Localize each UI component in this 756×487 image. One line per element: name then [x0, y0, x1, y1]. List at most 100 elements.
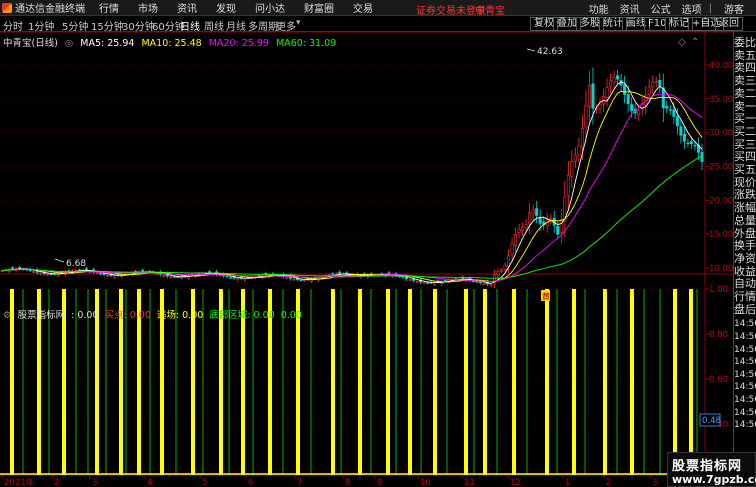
app-title: 通达信金融终端 [15, 4, 85, 15]
high-label: 42.63 [537, 47, 563, 57]
indicator-name[interactable]: 股票指标网 [18, 310, 66, 321]
y-tick-label: 30.00 [709, 129, 733, 139]
menu-gongneng[interactable]: 功能 [589, 1, 609, 16]
ma20-label: MA20: 25.99 [208, 38, 269, 49]
signal-bar-yellow [358, 289, 362, 475]
period-30min[interactable]: 30分钟 [122, 18, 155, 33]
indicator-legend: ⚙ 股票指标网 : 0.00 买点: 0.00 逃场: 0.00 底部区域: 0… [3, 307, 305, 321]
x-tick-label: 1 [565, 478, 570, 487]
menu-gongshi[interactable]: 公式 [651, 1, 671, 16]
x-tick-label: 2021年 [4, 477, 35, 487]
candle-body [331, 273, 335, 275]
candle-body [647, 86, 651, 95]
candle-body [549, 218, 553, 220]
menu-wenxiaoda[interactable]: 问小达 [255, 0, 285, 15]
period-daily[interactable]: 日线 [180, 18, 200, 33]
indicator-tick-label: 1.00 [709, 285, 728, 295]
candle-body [521, 227, 525, 231]
x-tick-label: 2 [54, 478, 59, 487]
signal-bar-yellow [386, 289, 390, 475]
ma-line-5 [1, 81, 703, 284]
y-tick-label: 20.00 [709, 196, 733, 206]
side-field: 买二 [734, 124, 756, 138]
candle-body [528, 212, 532, 225]
candle-body [401, 276, 405, 278]
collapse-icon[interactable]: ◇ [678, 37, 686, 48]
side-field[interactable]: 盘后 [734, 303, 756, 317]
candle-body [626, 94, 630, 105]
menu-zixun-right[interactable]: 资讯 [620, 1, 640, 16]
period-5min[interactable]: 5分钟 [62, 18, 88, 33]
ma10-label: MA10: 25.48 [141, 38, 202, 49]
menu-shichang[interactable]: 市场 [138, 0, 158, 15]
y-axis-ticks: 40.00 35.00 30.00 25.00 20.00 15.00 10.00 1.00 0… [705, 61, 733, 475]
signal-bar-yellow [630, 289, 634, 475]
candle-body [566, 174, 570, 196]
period-weekly[interactable]: 周线 [204, 18, 224, 33]
candle-body [700, 152, 704, 162]
candle-body [591, 83, 595, 109]
back-button[interactable]: 返回 [715, 17, 743, 31]
candle-body [612, 76, 616, 83]
candle-body [426, 282, 430, 284]
side-field: 买五 [734, 163, 756, 177]
candle-body [299, 279, 303, 282]
indicator-tick-label: 0.80 [709, 330, 728, 340]
candle-body [482, 283, 486, 285]
indicator-value: : 0.00 [71, 310, 99, 321]
period-15min[interactable]: 15分钟 [91, 18, 124, 33]
menu-hangqing[interactable]: 行情 [99, 0, 119, 15]
candle-body [503, 264, 507, 270]
menu-zixun[interactable]: 资讯 [177, 0, 197, 15]
buy-label: 买点: 0.00 [104, 310, 151, 321]
menu-guest[interactable]: 游客 [724, 1, 744, 16]
info-icon[interactable]: ◎ [65, 38, 73, 49]
signal-bar-yellow [673, 289, 677, 475]
period-monthly[interactable]: 月线 [226, 18, 246, 33]
period-fenshi[interactable]: 分时 [3, 18, 23, 33]
candle-body [630, 104, 634, 111]
candle-body [668, 109, 672, 111]
candle-body [584, 104, 588, 128]
candle-body [292, 278, 296, 281]
signal-bar-yellow [433, 289, 437, 475]
menu-xuanxiang[interactable]: 选项 [682, 1, 702, 16]
candle-body [637, 110, 641, 115]
stock-name-title: 中青宝 [475, 6, 505, 17]
period-multi[interactable]: 多周期 [248, 18, 278, 33]
ma-line-60 [1, 155, 703, 279]
candle-body [665, 105, 669, 109]
candle-body [95, 272, 99, 275]
tick-time: 14:56 [734, 420, 756, 431]
more-dropdown-icon[interactable]: ▾ [296, 18, 301, 28]
menu-jiaoyi[interactable]: 交易 [353, 0, 373, 15]
candle-body [587, 85, 591, 108]
candle-body [169, 276, 173, 278]
candle-body [598, 103, 602, 109]
signal-bar-yellow [572, 289, 576, 475]
y-tick-label: 15.00 [709, 230, 733, 240]
x-tick-label: 4 [147, 478, 152, 487]
candle-body [113, 275, 117, 278]
indicator-settings-icon[interactable]: ⚙ [3, 310, 12, 321]
menu-faxian[interactable]: 发现 [216, 0, 236, 15]
chart-title: 中青宝(日线) [3, 38, 58, 49]
x-tick-label: 11 [464, 478, 475, 487]
menu-caifuquan[interactable]: 财富圈 [304, 0, 334, 15]
candle-body [408, 279, 412, 281]
candle-body [693, 144, 697, 147]
extra-value: 0.00 [280, 310, 302, 321]
side-field: 涨幅 [734, 201, 756, 215]
period-1min[interactable]: 1分钟 [28, 18, 54, 33]
signal-bar-yellow [603, 289, 607, 475]
side-field[interactable]: 行情 [734, 290, 756, 304]
candle-body [303, 279, 307, 282]
ma60-label: MA60: 31.09 [275, 38, 337, 49]
chart-area[interactable]: 40.00 35.00 30.00 25.00 20.00 15.00 10.00 1.00 0… [0, 31, 733, 487]
period-more[interactable]: 更多 [276, 18, 296, 33]
candle-body [229, 277, 233, 279]
bottom-zone-label: 底部区域: 0.00 [209, 310, 275, 321]
candle-body [577, 145, 581, 155]
chart-settings-icon[interactable]: ⌃ [691, 37, 699, 48]
chart-canvas[interactable]: 40.0035.0030.0025.0020.0015.0010.001.000… [0, 31, 733, 487]
